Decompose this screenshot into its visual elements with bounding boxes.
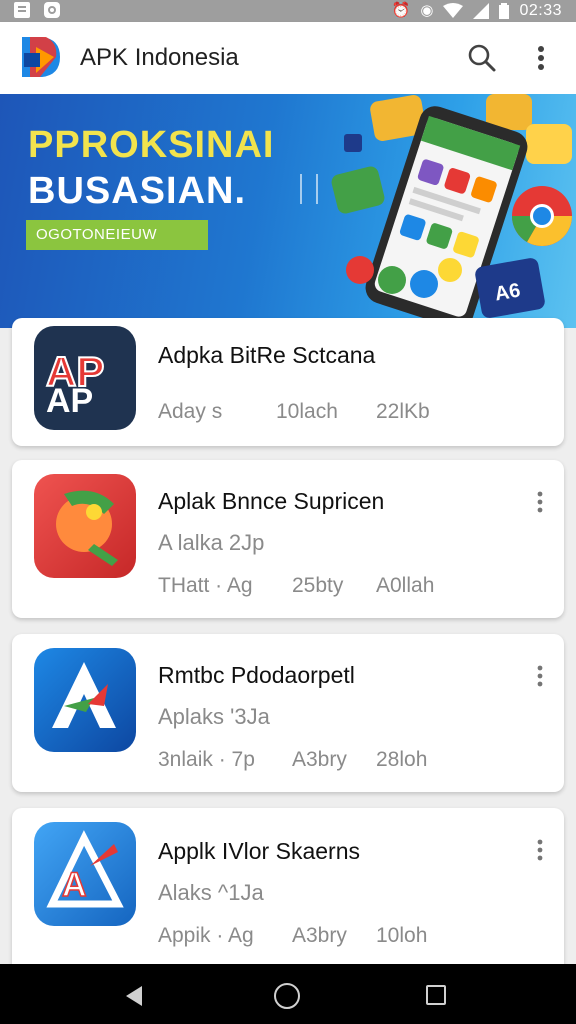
signal-icon: [473, 3, 490, 19]
app-subtitle: Aplaks '3Ja: [158, 704, 270, 729]
app-meta-1: THatt · Ag: [158, 574, 253, 597]
app-subtitle: Alaks ^1Ja: [158, 880, 264, 905]
svg-text:A6: A6: [493, 279, 522, 305]
app-name: Aplak Bnnce Supricen: [158, 488, 385, 514]
app-title: APK Indonesia: [80, 44, 239, 71]
app-logo[interactable]: [20, 33, 64, 81]
app-icon: A: [34, 822, 136, 926]
app-bar: APK Indonesia: [0, 22, 576, 94]
promo-banner[interactable]: PPROKSINAI BUSASIAN. OGOTONEIEUW A6: [0, 94, 576, 328]
banner-cta-button[interactable]: OGOTONEIEUW: [26, 220, 208, 250]
app-meta-1: 3nlaik · 7p: [158, 748, 255, 771]
home-icon[interactable]: [274, 983, 300, 1009]
app-icon: AP AP: [34, 326, 136, 430]
app-name: Rmtbc Pdodaorpetl: [158, 662, 355, 688]
app-icon: [34, 648, 136, 752]
app-icon: [34, 474, 136, 578]
recents-icon[interactable]: [426, 985, 446, 1005]
app-meta-2: 25bty: [292, 574, 344, 597]
status-bar: ⏰ ◉ 02:33: [0, 0, 576, 22]
app-card[interactable]: Aplak Bnnce Supricen A lalka 2Jp THatt ·…: [12, 460, 564, 618]
app-subtitle: A lalka 2Jp: [158, 530, 265, 555]
notification-icon: [44, 2, 60, 18]
app-name: Adpka BitRe Sctcana: [158, 342, 376, 368]
more-vert-icon[interactable]: [532, 838, 548, 862]
app-meta-3: 28loh: [376, 748, 428, 771]
app-name: Applk IVlor Skaerns: [158, 838, 360, 864]
wifi-icon: [443, 3, 464, 18]
status-time: 02:33: [519, 2, 562, 19]
banner-headline-1: PPROKSINAI: [28, 124, 275, 166]
svg-text:A: A: [62, 866, 87, 904]
app-meta-3: 22lKb: [376, 400, 430, 423]
more-vert-icon[interactable]: [526, 40, 556, 76]
app-meta-2: A3bry: [292, 924, 347, 947]
app-meta-1: Appik · Ag: [158, 924, 254, 947]
more-vert-icon[interactable]: [532, 664, 548, 688]
app-meta-3: 10loh: [376, 924, 428, 947]
more-vert-icon[interactable]: [532, 490, 548, 514]
app-card[interactable]: AP AP Adpka BitRe Sctcana Aday s 10lach …: [12, 318, 564, 446]
banner-phone-illustration: A6: [331, 94, 572, 328]
app-meta-2: A3bry: [292, 748, 347, 771]
back-icon[interactable]: [120, 982, 148, 1010]
app-card[interactable]: A Applk IVlor Skaerns Alaks ^1Ja Appik ·…: [12, 808, 564, 978]
app-meta-2: 10lach: [276, 400, 338, 423]
app-meta-3: A0llah: [376, 574, 435, 597]
app-card[interactable]: Rmtbc Pdodaorpetl Aplaks '3Ja 3nlaik · 7…: [12, 634, 564, 792]
document-icon: [14, 2, 30, 18]
svg-text:AP: AP: [46, 382, 93, 420]
battery-icon: [499, 3, 510, 19]
app-meta-1: Aday s: [158, 400, 223, 423]
search-icon[interactable]: [464, 40, 500, 76]
alarm-icon: ⏰: [391, 2, 411, 19]
banner-headline-2: BUSASIAN.: [28, 170, 247, 212]
clock-icon: ◉: [420, 2, 434, 19]
navigation-bar: [0, 964, 576, 1024]
